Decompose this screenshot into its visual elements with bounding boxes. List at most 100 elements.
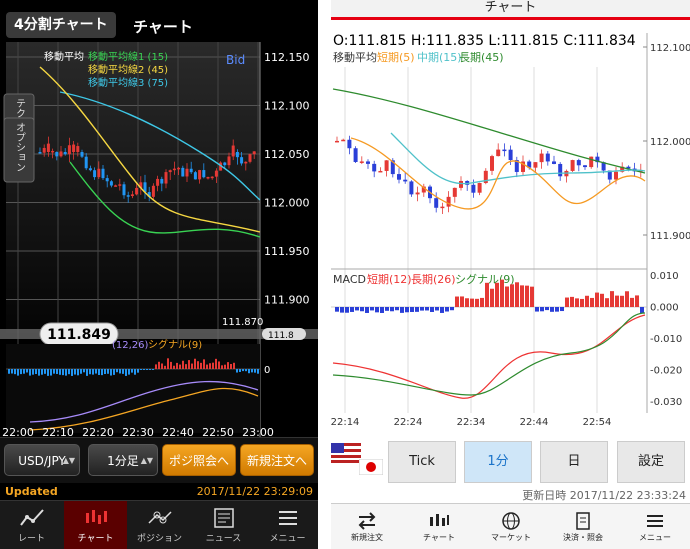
macd-bar — [179, 364, 181, 369]
currency-pair-select[interactable]: USD/JPY ▲▼ — [4, 444, 80, 476]
macd-bar — [119, 369, 121, 374]
nav-market[interactable]: マーケット — [475, 504, 547, 549]
macd-bar — [68, 369, 70, 375]
macd-bar — [233, 362, 235, 369]
candle-body — [122, 184, 126, 196]
macd-bar — [625, 291, 629, 307]
candle-body — [231, 145, 235, 157]
candle-body — [177, 167, 181, 170]
current-price-badge: 111.849 — [39, 322, 119, 346]
nav-menu-right[interactable]: メニュー — [619, 504, 690, 549]
candle-body — [38, 152, 42, 154]
nav-chart[interactable]: チャート — [64, 501, 127, 549]
macd-bar — [595, 292, 599, 307]
nav-chart-right[interactable]: チャート — [403, 504, 475, 549]
candle-body — [440, 206, 445, 209]
macd-bar — [480, 297, 484, 307]
candle-body — [539, 153, 544, 163]
macd-bar — [430, 307, 434, 312]
candle-body — [118, 184, 122, 186]
macd-bar — [143, 369, 145, 370]
macd-bar — [56, 369, 58, 374]
candle-chart-icon — [430, 514, 449, 526]
macd-bar — [385, 307, 389, 311]
left-chart[interactable]: 112.150 112.100 112.050 112.000 111.950 111.9… — [0, 42, 318, 437]
four-split-chart-tab[interactable]: 4分割チャート — [6, 12, 116, 38]
candle-chart-icon — [85, 510, 107, 524]
ma-legend-2: 移動平均線2 (45) — [88, 63, 168, 76]
candle-body — [502, 149, 507, 152]
macd-bar — [89, 369, 91, 375]
macd-bar — [445, 307, 449, 312]
macd-bar — [515, 282, 519, 307]
macd-bar — [83, 369, 85, 373]
right-chart[interactable]: O:111.815 H:111.835 L:111.815 C:111.834 … — [331, 23, 690, 435]
macd-bar — [53, 369, 55, 374]
candle-body — [235, 152, 239, 158]
one-minute-button[interactable]: 1分 — [464, 441, 532, 483]
left-screen: 4分割チャート チャート 112.150 112.100 112.050 112.00… — [0, 0, 318, 549]
news-icon — [213, 508, 234, 528]
nav-position[interactable]: ポジション — [128, 501, 191, 549]
candle-body — [477, 183, 482, 193]
macd-bar — [62, 369, 64, 376]
macd-bar — [605, 298, 609, 307]
macd-bar — [122, 369, 124, 374]
macd-bar — [200, 362, 202, 369]
candle-body — [545, 153, 550, 162]
macd-bar — [490, 288, 494, 307]
tick-button[interactable]: Tick — [388, 441, 456, 483]
nav-menu[interactable]: メニュー — [256, 501, 318, 549]
macd-bar — [155, 364, 157, 369]
bid-label: Bid — [226, 53, 245, 67]
position-inquiry-button[interactable]: ポジ照会へ — [162, 444, 236, 476]
candle-body — [583, 165, 587, 168]
macd-bar — [550, 307, 554, 312]
candle-body — [227, 156, 231, 166]
nav-news[interactable]: ニュース — [192, 501, 255, 549]
new-order-button[interactable]: 新規注文へ — [240, 444, 314, 476]
time-axis-label: 22:34 — [457, 417, 486, 428]
nav-rate[interactable]: レート — [0, 501, 63, 549]
left-indicator-title: 移動平均 — [44, 50, 84, 63]
candle-body — [168, 170, 172, 173]
macd-bar — [227, 362, 229, 369]
nav-settlement[interactable]: 決済・照会 — [547, 504, 619, 549]
candle-body — [198, 170, 202, 180]
nav-new-order[interactable]: 新規注文 — [331, 504, 403, 549]
candle-body — [172, 168, 176, 171]
time-axis-label: 22:44 — [520, 417, 549, 428]
candle-body — [558, 163, 563, 177]
interval-select[interactable]: 1分足 ▲▼ — [88, 444, 158, 476]
macd-bar — [47, 369, 49, 376]
candle-body — [97, 168, 101, 178]
candle-body — [72, 144, 76, 152]
macd-bar — [335, 307, 339, 312]
candle-body — [459, 180, 463, 188]
candle-body — [126, 195, 130, 197]
macd-bar — [570, 296, 574, 307]
macd-bar — [465, 298, 469, 307]
macd-bar — [167, 358, 169, 369]
macd-bar — [525, 285, 529, 307]
macd-bar — [104, 369, 106, 375]
macd-bar — [380, 307, 384, 313]
candle-body — [80, 152, 84, 157]
price-axis-label: 112.050 — [264, 148, 310, 161]
candle-body — [210, 176, 214, 179]
macd-signal-label: シグナル(9) — [148, 338, 202, 351]
low-price-label: 111.870 — [222, 317, 263, 328]
candle-body — [84, 156, 88, 169]
option-side-tab[interactable]: オプション — [3, 117, 35, 183]
macd-bar — [635, 295, 639, 307]
macd-bar — [242, 369, 244, 372]
macd-bar — [540, 307, 544, 312]
settings-button[interactable]: 設定 — [617, 441, 685, 483]
macd-bar — [212, 362, 214, 369]
macd-bar — [65, 369, 67, 376]
macd-bar — [38, 369, 40, 376]
candle-body — [101, 168, 105, 179]
day-button[interactable]: 日 — [540, 441, 608, 483]
macd-bar — [585, 295, 589, 307]
macd-bar — [620, 295, 624, 307]
